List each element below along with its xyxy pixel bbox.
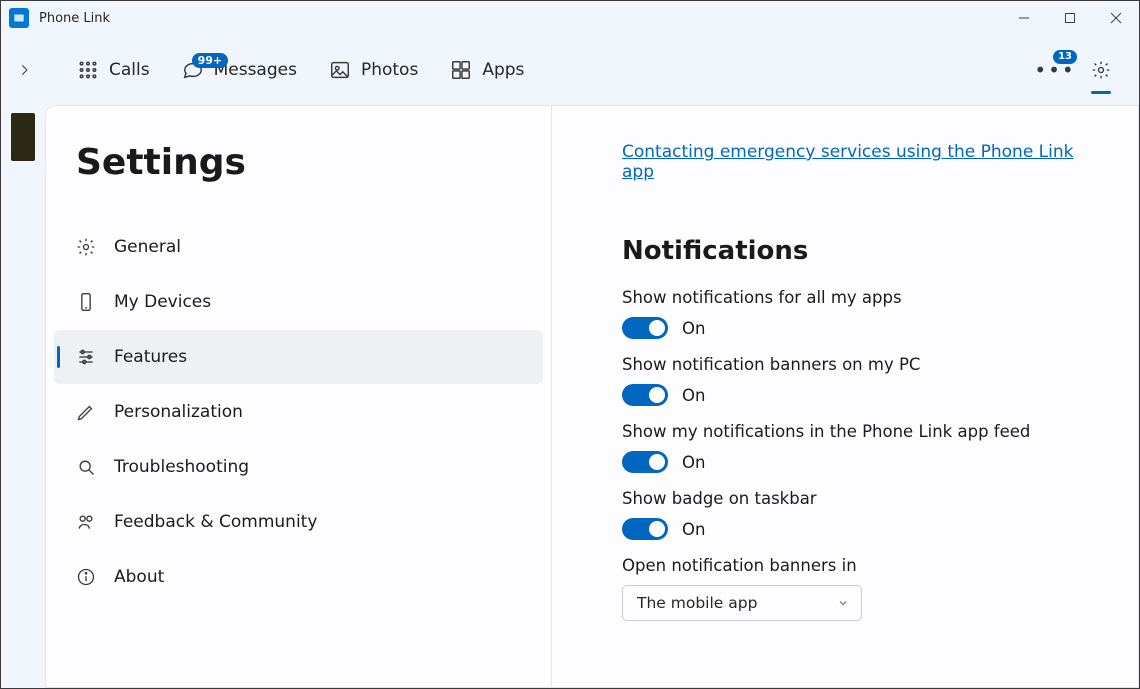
nav-bar: Calls Messages 99+ Photos Apps ••• (1, 35, 1139, 105)
toggle-label-banners-pc: Show notification banners on my PC (622, 355, 1098, 374)
toggle-label-show-all: Show notifications for all my apps (622, 288, 1098, 307)
open-banners-label: Open notification banners in (622, 556, 1098, 575)
sidebar-item-feedback[interactable]: Feedback & Community (54, 495, 543, 549)
bug-icon (76, 457, 96, 477)
sidebar-item-label: About (114, 567, 164, 587)
gear-icon (1091, 60, 1111, 80)
expand-button[interactable] (7, 50, 41, 90)
app-title: Phone Link (39, 11, 110, 26)
maximize-button[interactable] (1047, 1, 1093, 35)
toggle-label-taskbar-badge: Show badge on taskbar (622, 489, 1098, 508)
nav-photos-label: Photos (361, 60, 418, 80)
settings-sidebar: Settings General My Devices (46, 106, 552, 687)
emergency-link[interactable]: Contacting emergency services using the … (622, 142, 1098, 182)
dialpad-icon (77, 59, 99, 81)
toggle-banners-pc[interactable] (622, 384, 668, 406)
more-badge: 13 (1053, 50, 1077, 64)
sidebar-item-mydevices[interactable]: My Devices (54, 275, 543, 329)
nav-photos[interactable]: Photos (315, 51, 432, 89)
toggle-label-feed: Show my notifications in the Phone Link … (622, 422, 1098, 441)
nav-calls-label: Calls (109, 60, 150, 80)
settings-active-indicator (1091, 91, 1111, 94)
nav-messages[interactable]: Messages 99+ (168, 51, 311, 89)
feedback-icon (76, 512, 96, 532)
apps-icon (450, 59, 472, 81)
app-icon (9, 8, 29, 28)
messages-badge: 99+ (192, 53, 229, 68)
settings-panel: Settings General My Devices (45, 105, 1139, 688)
open-banners-dropdown[interactable]: The mobile app (622, 585, 862, 621)
phone-thumbnail[interactable] (11, 113, 35, 161)
sidebar-item-personalization[interactable]: Personalization (54, 385, 543, 439)
toggle-feed[interactable] (622, 451, 668, 473)
photo-icon (329, 59, 351, 81)
toggle-state: On (682, 319, 705, 338)
minimize-button[interactable] (1001, 1, 1047, 35)
nav-calls[interactable]: Calls (63, 51, 164, 89)
toggle-show-all[interactable] (622, 317, 668, 339)
phone-icon (76, 292, 96, 312)
sidebar-item-general[interactable]: General (54, 220, 543, 274)
toggle-taskbar-badge[interactable] (622, 518, 668, 540)
settings-button[interactable] (1083, 52, 1119, 88)
nav-apps[interactable]: Apps (436, 51, 538, 89)
sidebar-item-about[interactable]: About (54, 550, 543, 604)
sidebar-item-features[interactable]: Features (54, 330, 543, 384)
sidebar-item-label: Feedback & Community (114, 512, 317, 532)
sidebar-item-label: General (114, 237, 181, 257)
sidebar-item-label: Features (114, 347, 187, 367)
more-button[interactable]: ••• 13 (1037, 52, 1073, 88)
settings-heading: Settings (46, 142, 551, 183)
sidebar-item-label: Troubleshooting (114, 457, 249, 477)
nav-apps-label: Apps (482, 60, 524, 80)
gear-icon (76, 237, 96, 257)
toggle-state: On (682, 453, 705, 472)
dropdown-value: The mobile app (637, 594, 757, 612)
settings-main: Contacting emergency services using the … (552, 106, 1138, 687)
title-bar: Phone Link (1, 1, 1139, 35)
chevron-down-icon (837, 597, 849, 609)
sidebar-item-troubleshooting[interactable]: Troubleshooting (54, 440, 543, 494)
sliders-icon (76, 347, 96, 367)
sidebar-item-label: Personalization (114, 402, 243, 422)
close-button[interactable] (1093, 1, 1139, 35)
toggle-state: On (682, 386, 705, 405)
pen-icon (76, 402, 96, 422)
info-icon (76, 567, 96, 587)
sidebar-item-label: My Devices (114, 292, 211, 312)
section-title-notifications: Notifications (622, 236, 1098, 266)
device-rail (1, 105, 45, 688)
toggle-state: On (682, 520, 705, 539)
